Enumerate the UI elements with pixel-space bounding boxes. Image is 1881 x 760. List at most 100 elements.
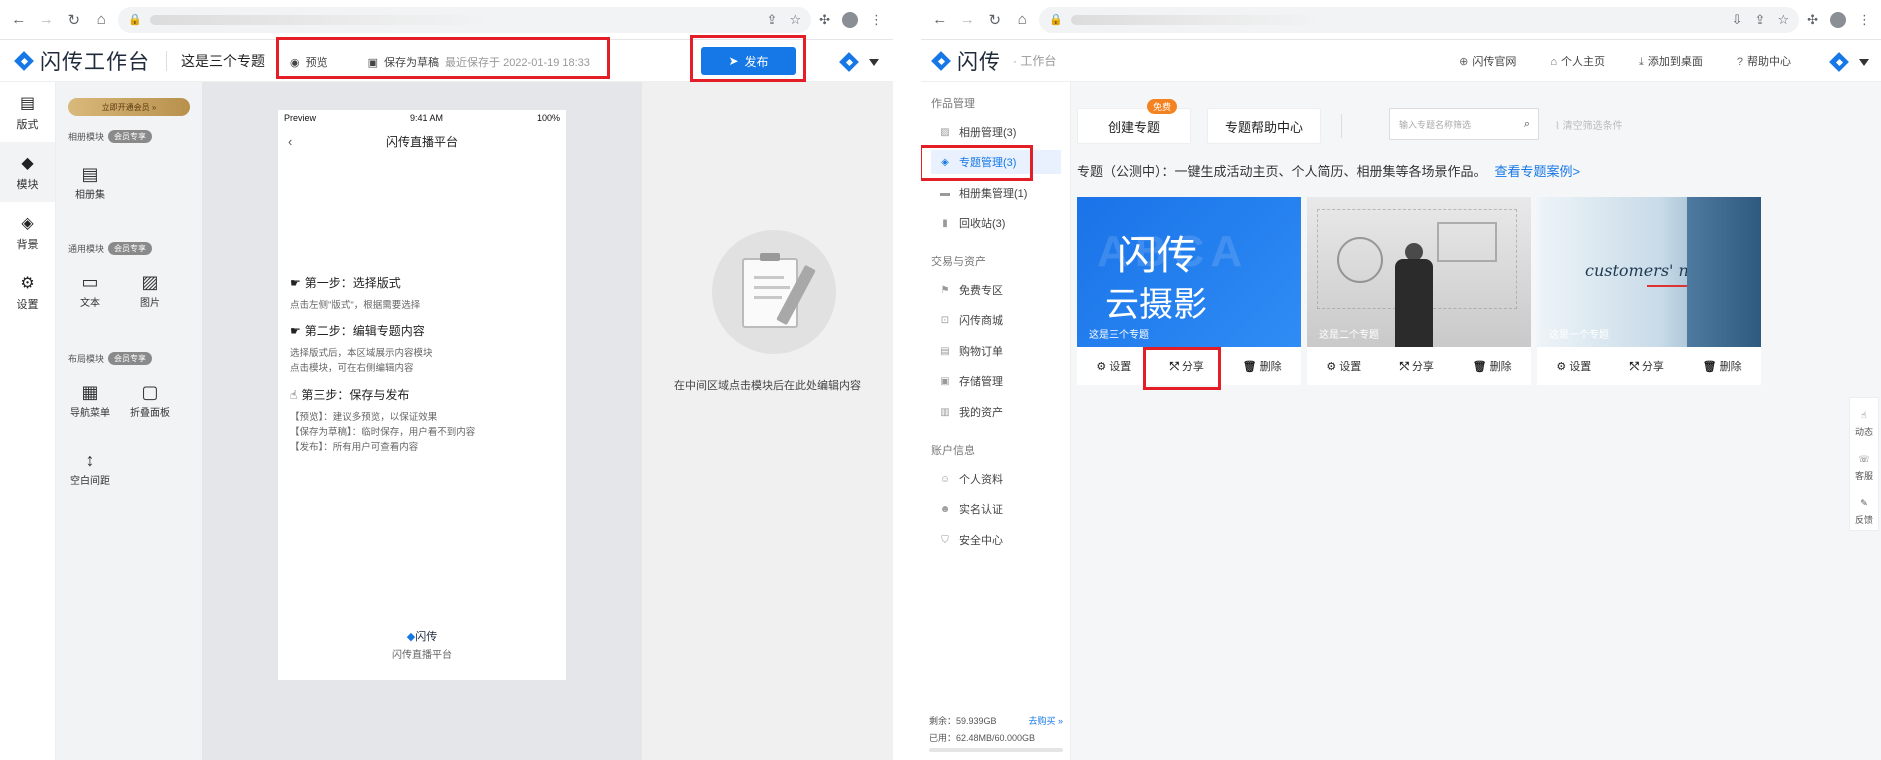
app-logo[interactable]: 闪传工作台 bbox=[14, 46, 150, 76]
phone-preview[interactable]: Preview 9:41 AM 100% ‹ 闪传直播平台 ☛ 第一步：选择版式 … bbox=[278, 110, 566, 680]
card-settings-button[interactable]: ⚙ 设置 bbox=[1556, 358, 1591, 374]
buy-storage-link[interactable]: 去购买 » bbox=[1029, 716, 1064, 726]
step3-desc-2: 【保存为草稿】：临时保存，用户看不到内容 bbox=[290, 427, 476, 438]
address-bar[interactable]: 🔒 ⇩ ⇪ ☆ bbox=[1039, 6, 1800, 33]
link-add-desktop[interactable]: ⤓ 添加到桌面 bbox=[1639, 53, 1703, 69]
step2-title: ☛ 第二步：编辑专题内容 bbox=[290, 323, 425, 339]
sidebar-item-orders[interactable]: ▤ 购物订单 bbox=[931, 339, 1061, 363]
link-help[interactable]: ? 帮助中心 bbox=[1737, 53, 1791, 69]
card-delete-button[interactable]: 🗑 删除 bbox=[1243, 358, 1282, 374]
hand-icon: ☝ bbox=[1861, 410, 1867, 420]
gear-icon: ⚙ bbox=[1326, 361, 1337, 373]
forward-icon[interactable]: → bbox=[38, 11, 56, 29]
module-image[interactable]: ▨ 图片 bbox=[122, 270, 178, 309]
module-spacer[interactable]: ↕ 空白间距 bbox=[62, 448, 118, 487]
storage-icon: ▣ bbox=[940, 375, 950, 387]
rail-item-background[interactable]: ◈ 背景 bbox=[0, 202, 55, 262]
stack-icon: ▬ bbox=[940, 187, 950, 199]
back-chevron-icon[interactable]: ‹ bbox=[288, 134, 292, 149]
profile-avatar[interactable] bbox=[842, 11, 858, 28]
group-account: 账户信息 bbox=[931, 445, 975, 457]
editor-header: 闪传工作台 这是三个专题 ◉ 预览 ▣ 保存为草稿 最近保存于 2022-01-19 … bbox=[0, 35, 893, 82]
vip-banner[interactable]: 立即开通会员 » bbox=[68, 98, 190, 116]
sidebar-item-profile[interactable]: ☺ 个人资料 bbox=[931, 467, 1061, 491]
chevron-down-icon[interactable] bbox=[869, 58, 879, 66]
sidebar-item-free[interactable]: ⚑ 免费专区 bbox=[931, 278, 1061, 302]
phone-footer-text: 闪传直播平台 bbox=[392, 650, 452, 661]
user-logo-icon[interactable] bbox=[1829, 52, 1849, 72]
pointing-hand-icon: ☝ bbox=[290, 387, 298, 402]
chevron-down-icon[interactable] bbox=[1859, 58, 1869, 66]
menu-kebab-icon[interactable]: ⋮ bbox=[1858, 12, 1871, 28]
topic-cover-image[interactable]: 这是二个专题 bbox=[1307, 197, 1531, 347]
search-icon[interactable]: ⌕ bbox=[1524, 118, 1530, 131]
url-text-blurred bbox=[149, 14, 490, 25]
sidebar-item-album-sets[interactable]: ▬ 相册集管理(1) bbox=[931, 181, 1061, 205]
step3-title: ☝ 第三步：保存与发布 bbox=[290, 387, 410, 403]
profile-avatar[interactable] bbox=[1830, 11, 1846, 28]
link-official-site[interactable]: ⊕ 闪传官网 bbox=[1459, 53, 1516, 69]
module-album-set[interactable]: ▤ 相册集 bbox=[62, 162, 118, 201]
reload-icon[interactable]: ↻ bbox=[65, 11, 83, 29]
reload-icon[interactable]: ↻ bbox=[986, 11, 1004, 29]
highlight-toolbar bbox=[276, 37, 610, 79]
card-delete-button[interactable]: 🗑 删除 bbox=[1703, 358, 1742, 374]
create-topic-button[interactable]: 创建专题 免费 bbox=[1077, 99, 1191, 144]
edit-icon: ✎ bbox=[1860, 498, 1868, 508]
menu-kebab-icon[interactable]: ⋮ bbox=[870, 12, 883, 28]
share-icon[interactable]: ⇪ bbox=[767, 12, 778, 28]
float-service[interactable]: ☏ 客服 bbox=[1850, 442, 1878, 486]
sidebar-item-assets[interactable]: ▥ 我的资产 bbox=[931, 400, 1061, 424]
logo-diamond-icon bbox=[14, 51, 34, 71]
sidebar-item-album[interactable]: ▨ 相册管理(3) bbox=[931, 120, 1061, 144]
topic-card[interactable]: 这是二个专题 ⚙ 设置 ⤲ 分享 🗑 删除 bbox=[1307, 197, 1531, 385]
forward-icon[interactable]: → bbox=[959, 11, 977, 29]
card-settings-button[interactable]: ⚙ 设置 bbox=[1096, 358, 1131, 374]
card-share-button[interactable]: ⤲ 分享 bbox=[1630, 358, 1664, 374]
user-logo-icon[interactable] bbox=[839, 52, 859, 72]
storage-used: 已用：62.48MB/60.000GB bbox=[929, 733, 1036, 743]
topic-help-button[interactable]: 专题帮助中心 bbox=[1207, 108, 1321, 144]
bookmark-star-icon[interactable]: ☆ bbox=[1777, 12, 1789, 28]
address-bar[interactable]: 🔒 ⇪ ☆ bbox=[118, 6, 812, 33]
home-icon[interactable]: ⌂ bbox=[1014, 11, 1032, 29]
card-delete-button[interactable]: 🗑 删除 bbox=[1473, 358, 1512, 374]
extensions-icon[interactable]: ✣ bbox=[819, 12, 830, 28]
install-icon[interactable]: ⇩ bbox=[1732, 12, 1743, 28]
link-homepage[interactable]: ⌂ 个人主页 bbox=[1550, 53, 1605, 69]
sidebar-item-recycle[interactable]: ▮ 回收站(3) bbox=[931, 211, 1061, 235]
extensions-icon[interactable]: ✣ bbox=[1807, 12, 1818, 28]
clear-filter-button[interactable]: ⌇ 清空筛选条件 bbox=[1555, 117, 1623, 132]
fold-panel-icon: ▢ bbox=[141, 382, 159, 402]
flag-icon: ⚑ bbox=[940, 284, 950, 296]
module-fold-panel[interactable]: ▢ 折叠面板 bbox=[122, 380, 178, 419]
rail-item-settings[interactable]: ⚙ 设置 bbox=[0, 262, 55, 322]
sidebar-item-storage[interactable]: ▣ 存储管理 bbox=[931, 369, 1061, 393]
float-feedback[interactable]: ✎ 反馈 bbox=[1850, 486, 1878, 530]
pointing-hand-icon: ☛ bbox=[290, 323, 301, 338]
topic-cover-image[interactable]: ABCA 闪传 云摄影 这是三个专题 bbox=[1077, 197, 1301, 347]
storage-remaining: 剩余：59.939GB 去购买 » bbox=[929, 716, 1064, 726]
back-icon[interactable]: ← bbox=[931, 11, 949, 29]
logo-subtitle: · 工作台 bbox=[1013, 54, 1057, 68]
rail-item-modules[interactable]: ◆ 模块 bbox=[0, 142, 55, 202]
app-logo[interactable]: 闪传 · 工作台 bbox=[931, 46, 1056, 76]
topic-search-input[interactable]: 输入专题名称筛选 ⌕ bbox=[1389, 108, 1539, 140]
module-nav-menu[interactable]: ▦ 导航菜单 bbox=[62, 380, 118, 419]
sidebar-item-realname[interactable]: ☻ 实名认证 bbox=[931, 497, 1061, 521]
card-share-button[interactable]: ⤲ 分享 bbox=[1400, 358, 1434, 374]
topic-cover-image[interactable]: customers' needs 这是一个专题 bbox=[1537, 197, 1761, 347]
bookmark-star-icon[interactable]: ☆ bbox=[789, 12, 801, 28]
topic-card[interactable]: customers' needs 这是一个专题 ⚙ 设置 ⤲ 分享 🗑 删除 bbox=[1537, 197, 1761, 385]
rail-item-layout[interactable]: ▤ 版式 bbox=[0, 82, 55, 142]
float-dynamic[interactable]: ☝ 动态 bbox=[1850, 398, 1878, 442]
module-text[interactable]: ▭ 文本 bbox=[62, 270, 118, 309]
sidebar-item-mall[interactable]: ⊡ 闪传商城 bbox=[931, 308, 1061, 332]
card-settings-button[interactable]: ⚙ 设置 bbox=[1326, 358, 1361, 374]
sidebar-item-security[interactable]: ⛉ 安全中心 bbox=[931, 528, 1061, 552]
back-icon[interactable]: ← bbox=[10, 11, 28, 29]
trash-icon: 🗑 bbox=[1242, 361, 1257, 373]
home-icon[interactable]: ⌂ bbox=[93, 11, 111, 29]
share-icon[interactable]: ⇪ bbox=[1755, 12, 1766, 28]
topic-examples-link[interactable]: 查看专题案例> bbox=[1495, 164, 1581, 179]
